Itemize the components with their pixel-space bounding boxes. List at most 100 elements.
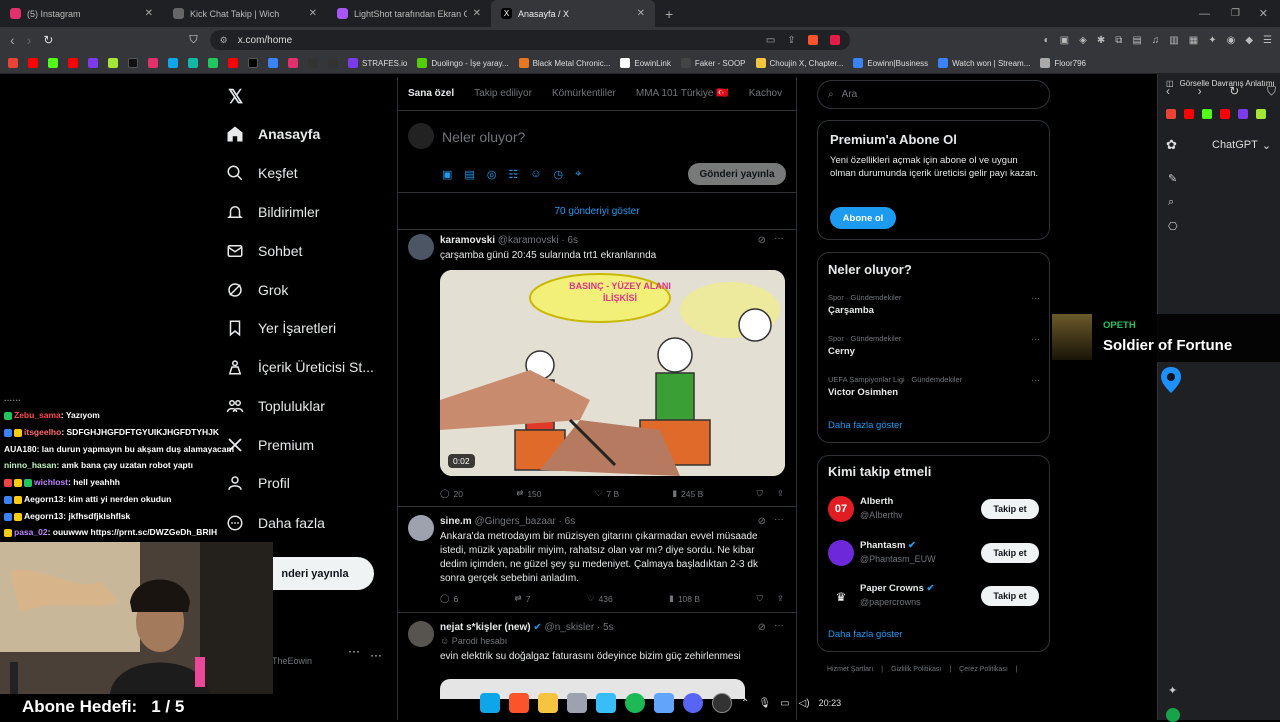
account-handle[interactable]: TheEowin bbox=[272, 656, 312, 666]
spotify-icon[interactable] bbox=[625, 693, 645, 713]
extension-icon[interactable] bbox=[308, 58, 318, 68]
more-icon[interactable]: ··· bbox=[1031, 334, 1040, 344]
share-icon[interactable]: ⇪ bbox=[777, 593, 784, 604]
avatar[interactable] bbox=[408, 234, 434, 260]
suggestion-name-row[interactable]: Paper Crowns ✔ bbox=[860, 583, 935, 594]
chevron-up-icon[interactable]: ⌃ bbox=[741, 698, 749, 709]
poll-icon[interactable]: ☷ bbox=[508, 168, 518, 181]
extension-icon[interactable] bbox=[328, 58, 338, 68]
x-icon[interactable] bbox=[248, 58, 258, 68]
repost-button[interactable]: ⇄ 150 bbox=[516, 488, 541, 499]
footer-link[interactable]: Gizlilik Politikası bbox=[891, 666, 941, 673]
more-icon[interactable]: ··· bbox=[774, 514, 784, 525]
clock[interactable]: 20:23 bbox=[819, 698, 842, 708]
extension-icon[interactable] bbox=[268, 58, 278, 68]
tab-kick-chat[interactable]: Kick Chat Takip | Wich ✕ bbox=[163, 0, 327, 27]
subscribe-button[interactable]: Abone ol bbox=[830, 207, 896, 229]
trend-item[interactable]: Spor · Gündemdekiler Çarşamba ··· bbox=[828, 293, 1040, 316]
repost-button[interactable]: ⇄ 7 bbox=[515, 593, 531, 604]
close-icon[interactable]: ✕ bbox=[145, 8, 153, 19]
post-author[interactable]: karamovski bbox=[440, 235, 495, 246]
extension-icon[interactable] bbox=[88, 58, 98, 68]
avatar[interactable] bbox=[408, 621, 434, 647]
more-icon[interactable]: ··· bbox=[774, 620, 784, 631]
youtube-icon[interactable] bbox=[228, 58, 238, 68]
extension-icon[interactable] bbox=[1238, 109, 1248, 119]
account-more-icon[interactable]: ··· bbox=[348, 644, 360, 658]
back-icon[interactable]: ‹ bbox=[1166, 84, 1170, 99]
tiktok-icon[interactable] bbox=[128, 58, 138, 68]
bookmark-faker[interactable]: Faker - SOOP bbox=[680, 58, 746, 68]
footer-link[interactable]: Çerez Politikası bbox=[959, 666, 1008, 673]
more-icon[interactable]: ··· bbox=[1031, 293, 1040, 303]
search-icon[interactable]: ⌕ bbox=[1168, 196, 1174, 209]
grok-icon[interactable]: ⊘ bbox=[758, 516, 766, 527]
nav-explore[interactable]: Keşfet bbox=[226, 164, 298, 182]
post-author[interactable]: sine.m bbox=[440, 516, 472, 527]
url-field[interactable]: ⚙ x.com/home ▭ ⇪ bbox=[209, 30, 850, 50]
views-button[interactable]: ▮ 108 B bbox=[669, 593, 700, 604]
avatar[interactable] bbox=[828, 540, 854, 566]
photos-icon[interactable] bbox=[596, 693, 616, 713]
extension-icon[interactable] bbox=[188, 58, 198, 68]
tab-x-home[interactable]: X Anasayfa / X ✕ bbox=[491, 0, 655, 27]
reply-button[interactable]: ◯ 20 bbox=[440, 488, 463, 499]
nav-bookmarks[interactable]: Yer İşaretleri bbox=[226, 319, 336, 337]
youtube-icon[interactable] bbox=[28, 58, 38, 68]
close-icon[interactable]: ✕ bbox=[473, 8, 481, 19]
bookmark-choujin[interactable]: Choujin X, Chapter... bbox=[755, 58, 843, 68]
composer-post-button[interactable]: Gönderi yayınla bbox=[688, 163, 786, 185]
network-icon[interactable]: ▭ bbox=[780, 698, 789, 709]
more-icon[interactable]: ··· bbox=[1031, 375, 1040, 385]
bookmark-watch[interactable]: Watch won | Stream... bbox=[938, 58, 1030, 68]
close-icon[interactable]: ✕ bbox=[637, 8, 645, 19]
brave-shield-icon[interactable] bbox=[807, 35, 818, 45]
grok-icon[interactable]: ⊘ bbox=[758, 235, 766, 246]
trend-item[interactable]: Spor · Gündemdekiler Cerny ··· bbox=[828, 334, 1040, 357]
nav-notifications[interactable]: Bildirimler bbox=[226, 203, 319, 221]
extension-icon[interactable] bbox=[108, 58, 118, 68]
nav-profile[interactable]: Profil bbox=[226, 474, 290, 492]
bookmark-business[interactable]: Eowinn|Business bbox=[853, 58, 928, 68]
nav-more[interactable]: Daha fazla bbox=[226, 514, 325, 532]
site-info-icon[interactable]: ⚙ bbox=[220, 35, 228, 46]
avatar[interactable]: ♛ bbox=[828, 584, 854, 610]
avatar[interactable] bbox=[408, 515, 434, 541]
extension-icon[interactable]: ◉ bbox=[1227, 35, 1236, 46]
share-icon[interactable]: ⇪ bbox=[777, 488, 784, 499]
maximize-icon[interactable]: ❐ bbox=[1231, 8, 1240, 19]
youtube-icon[interactable] bbox=[68, 58, 78, 68]
bookmark-floor796[interactable]: Floor796 bbox=[1040, 58, 1086, 68]
follow-button[interactable]: Takip et bbox=[981, 543, 1039, 563]
nav-home[interactable]: Anasayfa bbox=[226, 125, 320, 143]
volume-icon[interactable]: ◁) bbox=[799, 698, 810, 709]
grok-icon[interactable]: ⊘ bbox=[758, 622, 766, 633]
brave-icon[interactable] bbox=[509, 693, 529, 713]
bookmark-duolingo[interactable]: Duolingo - İşe yaray... bbox=[417, 58, 509, 68]
bookmark-icon[interactable]: ⛉ bbox=[756, 593, 762, 604]
reload-icon[interactable]: ↻ bbox=[43, 33, 53, 47]
bookmark-icon[interactable]: ⛉ bbox=[756, 488, 762, 499]
bookmark-page-icon[interactable]: ⛉ bbox=[189, 34, 197, 47]
extension-icon[interactable]: ◆ bbox=[1245, 35, 1253, 46]
post-author[interactable]: nejat s*kişler (new) bbox=[440, 622, 531, 633]
obs-icon[interactable] bbox=[712, 693, 732, 713]
minimize-icon[interactable]: — bbox=[1199, 8, 1210, 20]
discord-icon[interactable] bbox=[683, 693, 703, 713]
trends-show-more[interactable]: Daha fazla göster bbox=[828, 420, 902, 431]
account-menu-icon[interactable]: ··· bbox=[370, 648, 382, 662]
openai-icon[interactable]: ✿ bbox=[1166, 137, 1177, 153]
extension-icon[interactable]: ✦ bbox=[1208, 35, 1216, 46]
youtube-icon[interactable] bbox=[1184, 109, 1194, 119]
forward-icon[interactable]: › bbox=[1198, 84, 1202, 99]
menu-icon[interactable]: ☰ bbox=[1263, 35, 1272, 46]
post-video[interactable]: BASINÇ - YÜZEY ALANI İLİŞKİSİ 0:02 bbox=[440, 270, 785, 476]
image-icon[interactable]: ▣ bbox=[442, 168, 452, 181]
who-to-follow-show-more[interactable]: Daha fazla göster bbox=[828, 629, 902, 640]
suggestion-name[interactable]: Alberth bbox=[860, 496, 893, 507]
x-logo-icon[interactable]: 𝕏 bbox=[228, 86, 243, 109]
gpts-icon[interactable]: ⎔ bbox=[1168, 220, 1178, 233]
close-icon[interactable]: ✕ bbox=[309, 8, 317, 19]
show-new-posts[interactable]: 70 gönderiyi göster bbox=[398, 194, 796, 230]
new-chat-icon[interactable]: ✎ bbox=[1168, 172, 1177, 185]
